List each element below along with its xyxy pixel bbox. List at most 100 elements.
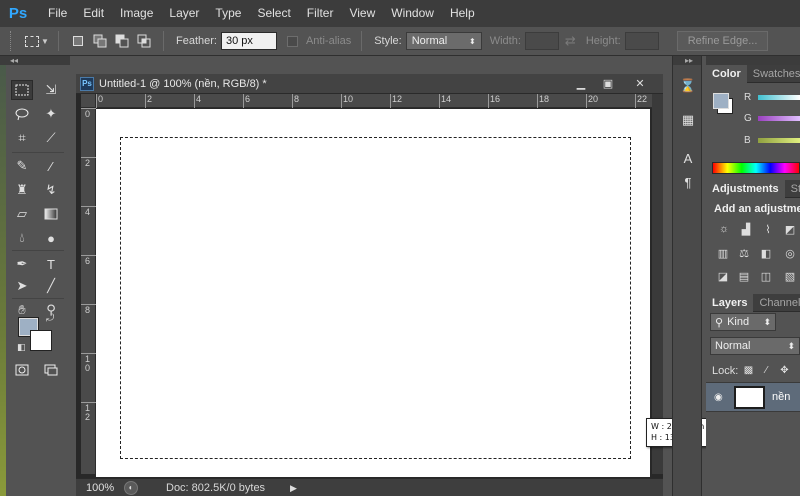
pen-tool[interactable]: ✒ [11, 254, 33, 274]
antialias-checkbox[interactable] [286, 35, 298, 47]
history-brush-tool[interactable]: ↯ [40, 180, 62, 200]
swap-colors-icon[interactable]: ⤾ [46, 313, 54, 324]
tab-channels[interactable]: Channels [753, 294, 800, 312]
menu-view[interactable]: View [341, 0, 383, 27]
color-spectrum-ramp[interactable] [712, 162, 800, 174]
ruler-h-tick-label: 18 [539, 94, 550, 104]
height-input[interactable] [624, 32, 659, 50]
move-tool[interactable]: ⇲ [40, 80, 62, 100]
dock-collapse-bar[interactable]: ▸▸ [673, 56, 701, 65]
eyedropper-tool[interactable]: ⟋ [40, 128, 62, 148]
default-colors-icon[interactable]: ◧ [17, 342, 26, 353]
menu-layer[interactable]: Layer [161, 0, 207, 27]
menu-file[interactable]: File [40, 0, 75, 27]
color-panel-foreground-swatch[interactable] [713, 93, 729, 109]
tool-preset-picker[interactable]: ▼ [24, 31, 50, 51]
history-panel-button[interactable]: ⌛ [678, 76, 698, 96]
zoom-level[interactable]: 100% [86, 482, 120, 494]
threshold-adjustment[interactable]: ◫ [758, 269, 774, 283]
green-slider[interactable] [758, 116, 800, 121]
style-select[interactable]: Normal ⬍ [405, 32, 482, 50]
document-profile-icon[interactable]: ◐ [124, 480, 138, 495]
magic-wand-tool[interactable]: ✦ [40, 104, 62, 124]
black-white-adjustment[interactable]: ◧ [758, 246, 774, 260]
feather-input[interactable]: 30 px [220, 32, 277, 50]
healing-brush-tool[interactable]: ✎ [11, 156, 33, 176]
lasso-tool[interactable] [11, 104, 33, 124]
path-selection-tool[interactable]: ➤ [11, 276, 33, 296]
lock-transparent-button[interactable]: ▩ [742, 364, 755, 377]
curves-adjustment[interactable]: ⌇ [760, 222, 776, 236]
background-color-swatch[interactable] [30, 330, 52, 351]
tab-adjustments[interactable]: Adjustments [706, 180, 785, 198]
lock-image-button[interactable]: ⁄ [760, 364, 773, 377]
properties-panel-button[interactable]: ▦ [678, 110, 698, 130]
vertical-ruler[interactable]: 0 2 4 6 8 10 12 [81, 108, 96, 474]
menu-select[interactable]: Select [249, 0, 298, 27]
red-slider[interactable] [758, 95, 800, 100]
invert-adjustment[interactable]: ◪ [715, 269, 731, 283]
brightness-adjustment[interactable]: ☼ [716, 222, 732, 236]
blur-tool[interactable]: 💧︎ [11, 228, 33, 248]
swap-dimensions-icon[interactable]: ⇄ [565, 33, 576, 49]
menu-image[interactable]: Image [112, 0, 161, 27]
levels-adjustment[interactable]: ▟ [738, 222, 754, 236]
vertical-scrollbar[interactable] [652, 94, 663, 474]
layer-filter-select[interactable]: ⚲ Kind ⬍ [710, 313, 776, 331]
tools-collapse-bar[interactable]: ◂◂ [0, 56, 70, 65]
close-button[interactable]: ✕ [625, 75, 655, 91]
height-label: Height: [585, 35, 621, 47]
color-balance-adjustment[interactable]: ⚖ [736, 246, 752, 260]
refine-edge-button[interactable]: Refine Edge... [676, 31, 769, 51]
menu-window[interactable]: Window [383, 0, 442, 27]
menu-edit[interactable]: Edit [75, 0, 112, 27]
width-input[interactable] [524, 32, 559, 50]
layer-name[interactable]: nền [772, 391, 790, 403]
minimize-icon: ▁ [576, 77, 586, 90]
document-title-bar[interactable]: Ps Untitled-1 @ 100% (nền, RGB/8) * ▁ ▣ … [76, 74, 663, 94]
tab-swatches[interactable]: Swatches [747, 65, 800, 83]
gradient-tool[interactable] [40, 204, 62, 224]
vibrance-adjustment[interactable]: ▥ [715, 246, 731, 260]
photo-filter-adjustment[interactable]: ◎ [782, 246, 798, 260]
layer-row[interactable]: ◉ nền [706, 382, 800, 412]
exposure-adjustment[interactable]: ◩ [782, 222, 798, 236]
eraser-tool[interactable]: ▱ [11, 204, 33, 224]
line-tool[interactable]: ╱ [40, 276, 62, 296]
blend-mode-select[interactable]: Normal ⬍ [710, 337, 800, 355]
tab-styles[interactable]: Styles [785, 180, 800, 198]
canvas[interactable] [96, 109, 650, 477]
brush-tool[interactable]: ⁄ [40, 156, 62, 176]
options-grip[interactable] [10, 31, 14, 51]
screen-mode-button[interactable] [40, 360, 62, 380]
minimize-button[interactable]: ▁ [566, 75, 596, 91]
posterize-adjustment[interactable]: ▤ [736, 269, 752, 283]
maximize-button[interactable]: ▣ [593, 75, 623, 91]
blue-slider[interactable] [758, 138, 800, 143]
ruler-origin[interactable] [81, 94, 96, 108]
type-tool[interactable]: T [40, 254, 62, 274]
rect-marquee-tool[interactable] [11, 80, 33, 100]
new-selection-button[interactable] [70, 33, 86, 49]
tab-color[interactable]: Color [706, 65, 747, 83]
horizontal-ruler[interactable]: 0 2 4 6 8 10 12 14 16 18 20 22 [96, 94, 652, 108]
menu-help[interactable]: Help [442, 0, 483, 27]
subtract-selection-button[interactable] [114, 33, 130, 49]
intersect-selection-button[interactable] [136, 33, 152, 49]
panel-collapse-bar[interactable] [706, 56, 800, 65]
lock-position-button[interactable]: ✥ [778, 364, 791, 377]
status-menu-arrow-icon[interactable]: ▶ [290, 483, 297, 494]
paragraph-panel-button[interactable]: ¶ [678, 172, 698, 192]
character-panel-button[interactable]: A [678, 148, 698, 168]
clone-stamp-tool[interactable]: ♜ [11, 180, 33, 200]
crop-tool[interactable]: ⌗ [11, 128, 33, 148]
menu-filter[interactable]: Filter [299, 0, 342, 27]
add-selection-button[interactable] [92, 33, 108, 49]
lasso-icon [15, 108, 29, 121]
gradient-map-adjustment[interactable]: ▧ [782, 269, 798, 283]
menu-type[interactable]: Type [207, 0, 249, 27]
eye-icon[interactable]: ◉ [714, 392, 723, 403]
quick-mask-button[interactable] [11, 360, 33, 380]
tab-layers[interactable]: Layers [706, 294, 754, 312]
dodge-tool[interactable]: ● [40, 228, 62, 248]
